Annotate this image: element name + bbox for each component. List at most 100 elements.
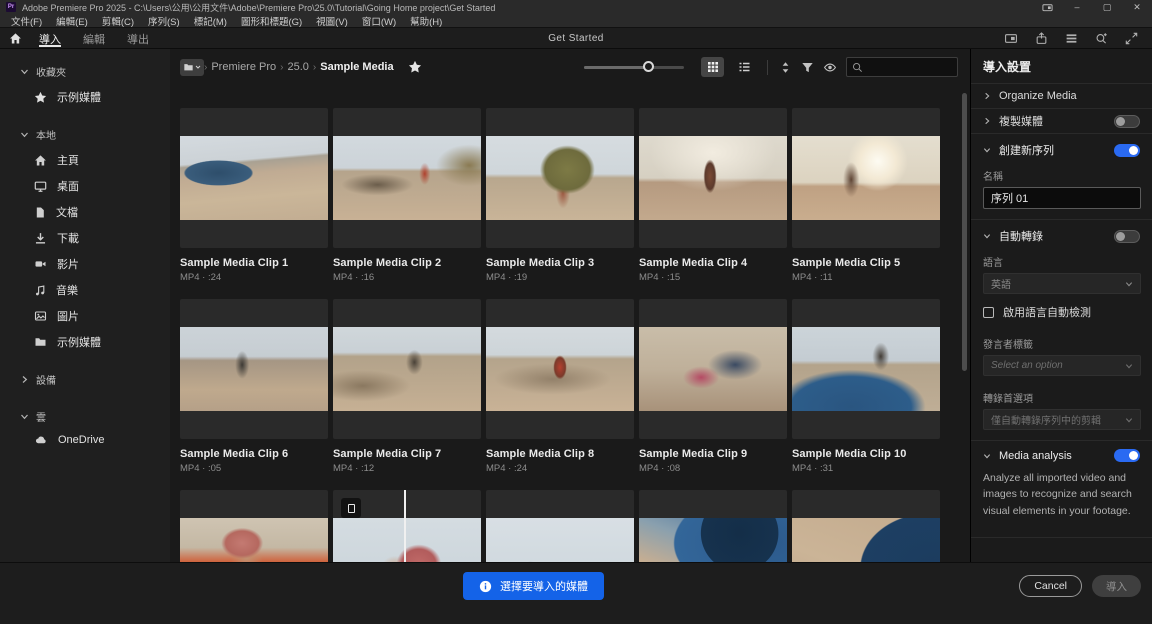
sort-button[interactable] [779, 61, 792, 74]
sidebar-item-downloads[interactable]: 下載 [0, 225, 170, 251]
fullscreen-icon[interactable] [1125, 32, 1138, 45]
search-input[interactable] [867, 62, 952, 73]
sidebar-item-pictures[interactable]: 圖片 [0, 303, 170, 329]
sidebar-item-sample-media[interactable]: 示例媒體 [0, 329, 170, 355]
menu-markers[interactable]: 標記(M) [187, 14, 234, 28]
auto-transcribe-toggle[interactable] [1114, 230, 1140, 243]
menu-file[interactable]: 文件(F) [4, 14, 49, 28]
auto-detect-checkbox[interactable] [983, 307, 994, 318]
filter-button[interactable] [801, 61, 814, 74]
media-card[interactable]: Sample Media Clip 4MP4 · :15 [639, 108, 787, 283]
chevron-down-icon[interactable] [983, 146, 991, 154]
media-analysis-toggle[interactable] [1114, 449, 1140, 462]
media-thumbnail[interactable] [180, 108, 328, 248]
close-button[interactable]: ✕ [1122, 0, 1152, 14]
copy-media-toggle[interactable] [1114, 115, 1140, 128]
media-card[interactable]: Sample Media Clip 2MP4 · :16 [333, 108, 481, 283]
media-thumbnail[interactable] [486, 108, 634, 248]
sidebar-section-devices[interactable]: 設備 [0, 367, 170, 392]
chevron-down-icon[interactable] [983, 452, 991, 460]
media-card[interactable] [486, 490, 634, 563]
chevron-down-icon[interactable] [983, 232, 991, 240]
sidebar-item-videos[interactable]: 影片 [0, 251, 170, 277]
media-card[interactable] [792, 490, 940, 563]
menu-edit[interactable]: 編輯(E) [49, 14, 95, 28]
media-thumbnail[interactable] [639, 108, 787, 248]
breadcrumb-premiere-pro[interactable]: Premiere Pro [211, 61, 276, 73]
new-sequence-toggle[interactable] [1114, 144, 1140, 157]
speaker-select[interactable]: Select an option [983, 355, 1141, 376]
menu-view[interactable]: 視圖(V) [309, 14, 355, 28]
vertical-scrollbar[interactable] [962, 93, 967, 371]
quick-export-icon[interactable] [1035, 32, 1048, 45]
media-thumbnail[interactable] [486, 299, 634, 439]
grid-view-button[interactable] [701, 57, 724, 77]
menu-sequence[interactable]: 序列(S) [141, 14, 187, 28]
media-card[interactable]: Sample Media Clip 5MP4 · :11 [792, 108, 940, 283]
media-thumbnail[interactable] [333, 490, 481, 563]
breadcrumb-version[interactable]: 25.0 [287, 61, 308, 73]
menu-graphics[interactable]: 圖形和標題(G) [234, 14, 309, 28]
menu-help[interactable]: 幫助(H) [403, 14, 449, 28]
media-thumbnail[interactable] [333, 299, 481, 439]
favorite-star-icon[interactable] [408, 60, 422, 74]
media-thumbnail[interactable] [486, 490, 634, 563]
media-card[interactable]: Sample Media Clip 9MP4 · :08 [639, 299, 787, 474]
workspaces-icon[interactable] [1065, 32, 1078, 45]
media-thumbnail[interactable] [792, 299, 940, 439]
media-card[interactable]: Sample Media Clip 1MP4 · :24 [180, 108, 328, 283]
organize-media-row[interactable]: Organize Media [971, 84, 1152, 109]
taskbar-panel-icon[interactable] [1032, 0, 1062, 14]
media-card[interactable]: Sample Media Clip 6MP4 · :05 [180, 299, 328, 474]
language-select[interactable]: 英語 [983, 273, 1141, 294]
media-card[interactable]: Sample Media Clip 7MP4 · :12 [333, 299, 481, 474]
breadcrumb-sample-media[interactable]: Sample Media [320, 61, 393, 73]
scrub-playhead[interactable] [404, 490, 406, 563]
media-card[interactable]: Sample Media Clip 10MP4 · :31 [792, 299, 940, 474]
sidebar-item-home[interactable]: 主頁 [0, 147, 170, 173]
thumbnail-zoom-slider[interactable] [584, 60, 684, 74]
location-folder-button[interactable] [180, 59, 204, 76]
sequence-name-input[interactable] [983, 187, 1141, 209]
auto-detect-language-row[interactable]: 啟用語言自動檢測 [971, 294, 1152, 324]
media-thumbnail[interactable] [639, 299, 787, 439]
sidebar-item-music[interactable]: 音樂 [0, 277, 170, 303]
select-media-notice-button[interactable]: 選擇要導入的媒體 [463, 572, 604, 600]
media-thumbnail[interactable] [180, 299, 328, 439]
ai-search-icon[interactable] [1095, 32, 1108, 45]
selection-badge[interactable] [341, 498, 361, 518]
tab-export[interactable]: 導出 [118, 28, 158, 48]
home-button[interactable] [0, 32, 30, 45]
media-thumbnail[interactable] [792, 108, 940, 248]
sidebar-item-documents[interactable]: 文檔 [0, 199, 170, 225]
menu-clip[interactable]: 剪輯(C) [95, 14, 141, 28]
import-button[interactable]: 導入 [1092, 575, 1141, 597]
media-thumbnail[interactable] [333, 108, 481, 248]
list-view-button[interactable] [733, 57, 756, 77]
media-card[interactable] [180, 490, 328, 563]
frame-io-icon[interactable] [1004, 32, 1018, 45]
sidebar-section-local[interactable]: 本地 [0, 122, 170, 147]
slider-knob[interactable] [643, 61, 654, 72]
preview-eye-button[interactable] [823, 61, 837, 74]
media-thumbnail[interactable] [639, 490, 787, 563]
sidebar-item-onedrive[interactable]: OneDrive [0, 429, 170, 451]
transcribe-pref-select[interactable]: 僅自動轉錄序列中的剪輯 [983, 409, 1141, 430]
cancel-button[interactable]: Cancel [1019, 575, 1082, 597]
media-thumbnail[interactable] [792, 490, 940, 563]
sidebar-section-favorites[interactable]: 收藏夾 [0, 59, 170, 84]
menu-window[interactable]: 窗口(W) [355, 14, 403, 28]
copy-media-row[interactable]: 複製媒體 [971, 109, 1152, 134]
sidebar-item-desktop[interactable]: 桌面 [0, 173, 170, 199]
sidebar-item-sample-media-favorite[interactable]: 示例媒體 [0, 84, 170, 110]
media-thumbnail[interactable] [180, 490, 328, 563]
media-card[interactable] [639, 490, 787, 563]
maximize-button[interactable]: ▢ [1092, 0, 1122, 14]
media-card[interactable] [333, 490, 481, 563]
media-card[interactable]: Sample Media Clip 8MP4 · :24 [486, 299, 634, 474]
minimize-button[interactable]: – [1062, 0, 1092, 14]
tab-import[interactable]: 導入 [30, 28, 70, 48]
sidebar-section-cloud[interactable]: 雲 [0, 404, 170, 429]
media-card[interactable]: Sample Media Clip 3MP4 · :19 [486, 108, 634, 283]
tab-edit[interactable]: 編輯 [74, 28, 114, 48]
